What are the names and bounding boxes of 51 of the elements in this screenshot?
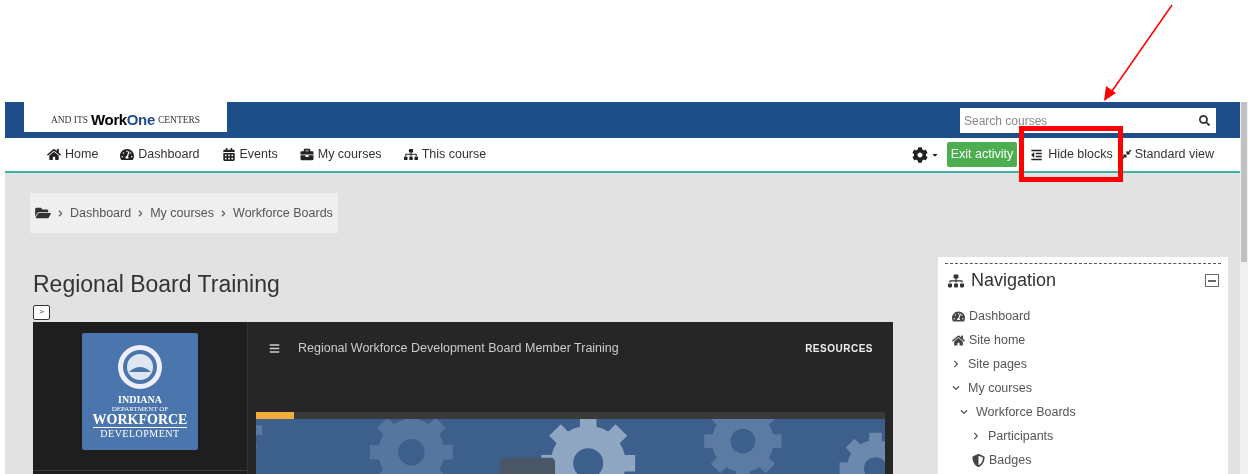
menu-link[interactable]: Home xyxy=(47,145,99,164)
chevron-right-icon[interactable] xyxy=(952,360,960,368)
home-icon xyxy=(952,333,965,347)
block-title: Navigation xyxy=(971,269,1057,292)
shield-icon xyxy=(972,453,985,467)
page-title: Regional Board Training xyxy=(33,270,281,299)
chevron-down-icon[interactable] xyxy=(960,408,968,416)
search-icon[interactable] xyxy=(1199,114,1210,126)
menu-link[interactable]: This course xyxy=(403,145,487,164)
breadcrumb-link[interactable]: My courses xyxy=(150,203,215,223)
navigation-link[interactable]: Workforce Boards xyxy=(976,402,1076,422)
standard-view-button[interactable]: Standard view xyxy=(1120,145,1214,164)
navigation-link[interactable]: My courses xyxy=(968,378,1032,398)
briefcase-icon xyxy=(299,148,314,161)
chevron-down-icon[interactable] xyxy=(952,384,960,392)
indent-icon xyxy=(1029,148,1045,161)
navigation-link[interactable]: Site pages xyxy=(968,354,1028,374)
menu-icon[interactable] xyxy=(268,343,281,355)
logo-text: WORKFORCE xyxy=(92,412,188,428)
chevron-right-icon xyxy=(137,209,145,217)
dashboard-icon xyxy=(952,309,965,323)
navigation-link[interactable]: Dashboard xyxy=(969,306,1031,326)
menu-link[interactable]: Events xyxy=(221,145,278,164)
breadcrumb-link[interactable]: Dashboard xyxy=(70,203,132,223)
navigation-link[interactable]: Participants xyxy=(988,426,1054,446)
chevron-right-icon xyxy=(57,209,64,217)
calendar-icon xyxy=(221,148,236,161)
resources-link[interactable]: RESOURCES xyxy=(805,341,873,357)
navigation-link[interactable]: Site home xyxy=(969,330,1026,350)
hide-blocks-button[interactable]: Hide blocks xyxy=(1029,145,1113,164)
sitemap-icon xyxy=(403,148,418,161)
compress-icon xyxy=(1120,149,1132,160)
course-title: Regional Workforce Development Board Member Training xyxy=(298,340,620,358)
site-logo[interactable]: AND ITS WorkOne CENTERS xyxy=(24,102,227,132)
seal-icon xyxy=(117,343,163,390)
menu-link[interactable]: My courses xyxy=(299,145,382,164)
breadcrumb-link[interactable]: Workforce Boards xyxy=(233,203,333,223)
folder-icon[interactable] xyxy=(35,206,51,220)
navigation-link[interactable]: Badges xyxy=(989,450,1032,470)
collapse-icon[interactable] xyxy=(1205,274,1219,287)
settings-icon xyxy=(911,146,928,163)
settings-menu-button[interactable] xyxy=(911,146,939,163)
chevron-right-icon[interactable] xyxy=(972,432,980,440)
toggle-button[interactable]: > xyxy=(33,304,50,320)
logo-text: DEVELOPMENT xyxy=(100,428,180,439)
sitemap-icon xyxy=(948,273,964,288)
menu-link[interactable]: Dashboard xyxy=(120,145,200,164)
logo-text: INDIANA xyxy=(118,394,162,405)
chevron-right-icon xyxy=(220,209,228,217)
dashboard-icon xyxy=(120,148,135,161)
home-icon xyxy=(47,148,61,161)
